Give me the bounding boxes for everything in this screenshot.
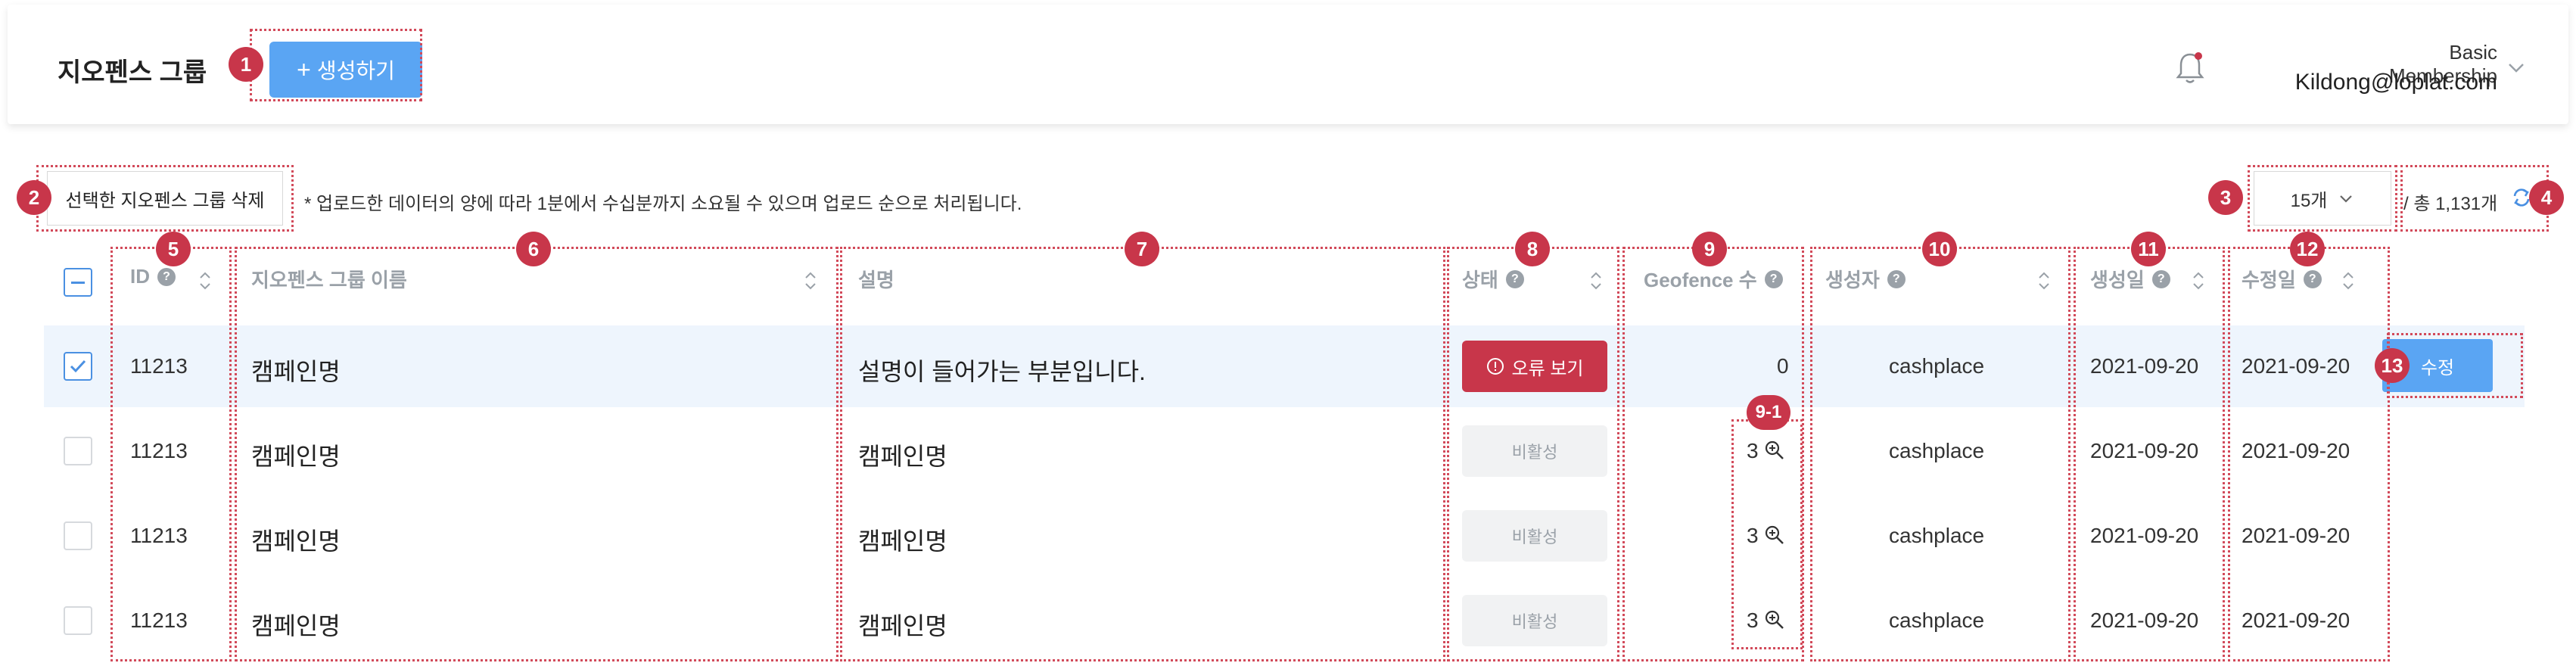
help-icon[interactable]: ?	[1505, 269, 1524, 288]
row-description: 캠페인명	[858, 612, 947, 640]
annotation-badge: 6	[516, 232, 551, 266]
help-icon[interactable]: ?	[2151, 269, 2170, 288]
row-checkbox[interactable]	[64, 521, 92, 550]
check-icon	[70, 360, 86, 373]
column-header-modified[interactable]: 수정일?	[2242, 265, 2322, 293]
row-created: 2021-09-20	[2090, 524, 2199, 547]
plus-icon: +	[297, 55, 311, 83]
annotation-badge: 1	[229, 47, 263, 82]
select-all-checkbox[interactable]	[64, 268, 92, 297]
page-size-value: 15개	[2290, 190, 2328, 211]
row-id: 11213	[130, 439, 188, 462]
column-header-id[interactable]: ID?	[130, 265, 176, 288]
row-creator: cashplace	[1889, 524, 1985, 547]
row-creator: cashplace	[1889, 609, 1985, 632]
column-header-geofence-count[interactable]: Geofence 수?	[1644, 265, 1783, 293]
help-icon[interactable]: ?	[1887, 269, 1906, 288]
column-header-created[interactable]: 생성일?	[2090, 265, 2170, 293]
row-name: 캠페인명	[251, 612, 341, 640]
row-modified: 2021-09-20	[2242, 524, 2350, 547]
annotation-badge: 9	[1692, 232, 1727, 266]
annotation-badge: 7	[1125, 232, 1159, 266]
row-modified: 2021-09-20	[2242, 439, 2350, 462]
total-count: / 총 1,131개	[2403, 194, 2498, 214]
row-id: 11213	[130, 609, 188, 632]
row-name: 캠페인명	[251, 358, 341, 385]
sort-icon[interactable]	[2037, 271, 2051, 291]
row-name: 캠페인명	[251, 528, 341, 555]
row-created: 2021-09-20	[2090, 609, 2199, 632]
annotation-badge: 12	[2290, 232, 2325, 266]
bell-icon[interactable]	[2173, 48, 2207, 86]
row-description: 설명이 들어가는 부분입니다.	[858, 358, 1146, 385]
row-creator: cashplace	[1889, 354, 1985, 378]
create-button[interactable]: + 생성하기	[269, 42, 422, 98]
row-geofence-count: 3	[1747, 609, 1759, 632]
row-description: 캠페인명	[858, 528, 947, 555]
row-modified: 2021-09-20	[2242, 354, 2350, 378]
row-checkbox[interactable]	[64, 352, 92, 381]
status-badge: 비활성	[1462, 595, 1607, 646]
chevron-down-icon[interactable]	[2506, 58, 2526, 77]
row-checkbox[interactable]	[64, 606, 92, 635]
help-icon[interactable]: ?	[2303, 269, 2322, 288]
row-modified: 2021-09-20	[2242, 609, 2350, 632]
row-id: 11213	[130, 524, 188, 547]
sort-icon[interactable]	[198, 271, 212, 291]
annotation-badge: 9-1	[1747, 395, 1790, 430]
status-badge: 비활성	[1462, 425, 1607, 477]
zoom-in-icon[interactable]	[1763, 524, 1786, 546]
row-created: 2021-09-20	[2090, 354, 2199, 378]
row-created: 2021-09-20	[2090, 439, 2199, 462]
row-checkbox[interactable]	[64, 437, 92, 465]
annotation-badge: 13	[2375, 348, 2410, 383]
row-description: 캠페인명	[858, 443, 947, 470]
zoom-in-icon[interactable]	[1763, 439, 1786, 462]
page-size-select[interactable]: 15개	[2254, 171, 2391, 226]
page-title: 지오펜스 그룹	[58, 58, 207, 87]
annotation-badge: 4	[2529, 180, 2564, 215]
chevron-down-icon	[2340, 195, 2353, 203]
column-header-status[interactable]: 상태?	[1462, 265, 1524, 293]
annotation-badge: 11	[2131, 232, 2166, 266]
column-header-description: 설명	[858, 269, 894, 291]
row-geofence-count: 3	[1747, 524, 1759, 547]
zoom-in-icon[interactable]	[1763, 609, 1786, 631]
column-header-creator[interactable]: 생성자?	[1825, 265, 1906, 293]
error-icon	[1486, 358, 1504, 375]
row-id: 11213	[130, 354, 188, 378]
status-badge: 비활성	[1462, 510, 1607, 562]
annotation-badge: 10	[1922, 232, 1957, 266]
row-geofence-count: 3	[1747, 439, 1759, 462]
row-creator: cashplace	[1889, 439, 1985, 462]
sort-icon[interactable]	[804, 271, 817, 291]
upload-notice: * 업로드한 데이터의 양에 따라 1분에서 수십분까지 소요될 수 있으며 업…	[304, 194, 1022, 214]
annotation-badge: 3	[2208, 180, 2243, 215]
sort-icon[interactable]	[2341, 271, 2355, 291]
create-button-label: 생성하기	[316, 59, 395, 82]
column-header-name[interactable]: 지오펜스 그룹 이름	[251, 265, 407, 293]
help-icon[interactable]: ?	[1764, 269, 1783, 288]
sort-icon[interactable]	[1589, 271, 1603, 291]
user-email[interactable]: Kildong@loplat.com	[2274, 70, 2497, 95]
annotation-badge: 5	[156, 232, 191, 266]
row-geofence-count: 0	[1777, 354, 1789, 378]
row-name: 캠페인명	[251, 443, 341, 470]
sort-icon[interactable]	[2192, 271, 2205, 291]
annotation-badge: 8	[1515, 232, 1550, 266]
annotation-badge: 2	[17, 180, 51, 215]
view-error-button[interactable]: 오류 보기	[1462, 341, 1607, 392]
help-icon[interactable]: ?	[157, 267, 176, 286]
page-header: 지오펜스 그룹 + 생성하기 Basic Membership Kildong@…	[8, 5, 2568, 124]
delete-selected-button[interactable]: 선택한 지오펜스 그룹 삭제	[47, 171, 283, 226]
